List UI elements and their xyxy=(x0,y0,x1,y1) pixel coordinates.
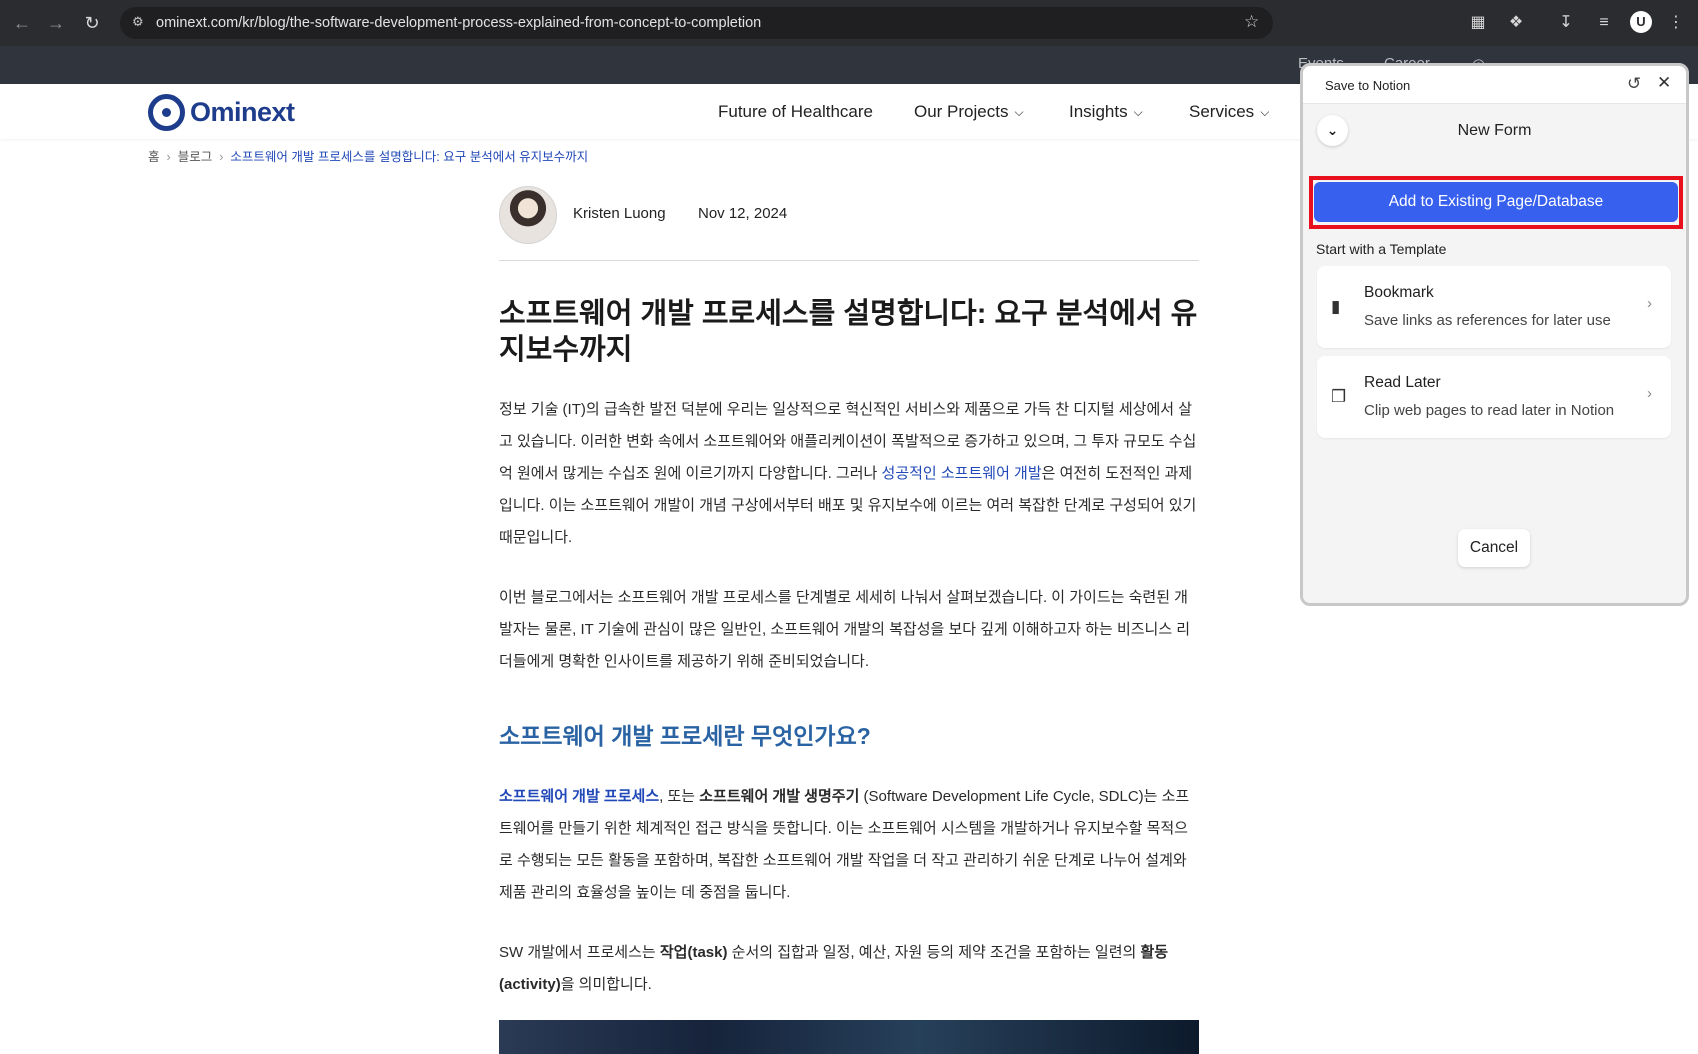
history-icon[interactable]: ↺ xyxy=(1627,74,1641,94)
paragraph-text: 순서의 집합과 일정, 예산, 자원 등의 제약 조건을 포함하는 일련의 xyxy=(727,944,1141,961)
paragraph-text: 을 의미합니다. xyxy=(560,976,652,993)
nav-label: Our Projects xyxy=(914,102,1009,121)
bookmark-star-icon[interactable]: ☆ xyxy=(1244,12,1259,32)
notion-clipper-panel: Save to Notion ↺ ✕ ⌄ New Form Add to Exi… xyxy=(1300,63,1689,606)
address-bar[interactable]: ⚙ ominext.com/kr/blog/the-software-devel… xyxy=(120,7,1273,39)
add-to-existing-button[interactable]: Add to Existing Page/Database xyxy=(1314,182,1678,222)
breadcrumb-home[interactable]: 홈 xyxy=(148,150,160,164)
paragraph: SW 개발에서 프로세스는 작업(task) 순서의 집합과 일정, 예산, 자… xyxy=(499,937,1199,1001)
paragraph: 이번 블로그에서는 소프트웨어 개발 프로세스를 단계별로 세세히 나눠서 살펴… xyxy=(499,589,1191,670)
extension-icon[interactable]: ▦ xyxy=(1466,11,1490,35)
chevron-down-icon: ⌵ xyxy=(1014,105,1024,119)
nav-insights[interactable]: Insights ⌵ xyxy=(1069,84,1143,139)
forward-icon[interactable]: → xyxy=(44,11,68,35)
chevron-right-icon: › xyxy=(1647,385,1652,402)
chevron-right-icon: › xyxy=(166,150,171,164)
nav-services[interactable]: Services ⌵ xyxy=(1189,84,1269,139)
puzzle-icon[interactable]: ❖ xyxy=(1504,11,1528,35)
article-body: 소프트웨어 개발 프로세스를 설명합니다: 요구 분석에서 유지보수까지 정보 … xyxy=(499,296,1199,1001)
paragraph: 소프트웨어 개발 프로세스, 또는 소프트웨어 개발 생명주기 (Softwar… xyxy=(499,781,1199,909)
breadcrumb: 홈 › 블로그 › 소프트웨어 개발 프로세스를 설명합니다: 요구 분석에서 유지보수… xyxy=(148,146,588,165)
post-date: Nov 12, 2024 xyxy=(698,205,788,222)
menu-icon[interactable]: ⋮ xyxy=(1664,11,1688,35)
template-desc: Clip web pages to read later in Notion xyxy=(1364,402,1615,419)
chevron-down-icon: ⌵ xyxy=(1133,105,1143,119)
download-icon[interactable]: ↧ xyxy=(1554,11,1578,35)
breadcrumb-current[interactable]: 소프트웨어 개발 프로세스를 설명합니다: 요구 분석에서 유지보수까지 xyxy=(230,150,588,164)
nav-label: Future of Healthcare xyxy=(718,102,873,121)
nav-future-of-healthcare[interactable]: Future of Healthcare xyxy=(718,84,873,139)
bold-text: 소프트웨어 개발 생명주기 xyxy=(699,788,860,805)
chevron-down-icon: ⌵ xyxy=(1260,105,1270,119)
template-title: Bookmark xyxy=(1364,284,1434,301)
article-title: 소프트웨어 개발 프로세스를 설명합니다: 요구 분석에서 유지보수까지 xyxy=(499,298,1198,366)
template-desc: Save links as references for later use xyxy=(1364,312,1611,329)
close-icon[interactable]: ✕ xyxy=(1657,73,1671,93)
chevron-right-icon: › xyxy=(1647,295,1652,312)
nav-label: Insights xyxy=(1069,102,1128,121)
article-image xyxy=(499,1020,1199,1054)
author-name: Kristen Luong xyxy=(573,205,666,222)
divider xyxy=(499,260,1199,261)
section-heading: 소프트웨어 개발 프로세란 무엇인가요? xyxy=(499,723,871,749)
open-book-icon: ❒ xyxy=(1331,387,1347,406)
nav-our-projects[interactable]: Our Projects ⌵ xyxy=(914,84,1024,139)
breadcrumb-blog[interactable]: 블로그 xyxy=(178,150,213,164)
dev-process-link[interactable]: 소프트웨어 개발 프로세스 xyxy=(499,788,659,805)
reload-icon[interactable]: ↻ xyxy=(80,11,104,35)
site-settings-icon[interactable]: ⚙ xyxy=(132,14,144,30)
bookmark-icon: ▮ xyxy=(1331,297,1341,316)
form-name: New Form xyxy=(1457,122,1532,139)
logo-mark-icon xyxy=(148,93,185,131)
media-icon[interactable]: ≡ xyxy=(1592,11,1616,35)
successful-dev-link[interactable]: 성공적인 소프트웨어 개발 xyxy=(882,465,1042,482)
bold-text: 작업(task) xyxy=(659,944,728,961)
template-read-later[interactable]: ❒ Read Later Clip web pages to read late… xyxy=(1317,356,1671,438)
cancel-button[interactable]: Cancel xyxy=(1458,529,1530,567)
paragraph: 정보 기술 (IT)의 급속한 발전 덕분에 우리는 일상적으로 혁신적인 서비… xyxy=(499,394,1199,554)
ominext-logo[interactable]: Ominext xyxy=(148,93,295,131)
template-bookmark[interactable]: ▮ Bookmark Save links as references for … xyxy=(1317,266,1671,348)
back-icon[interactable]: ← xyxy=(10,11,34,35)
template-heading: Start with a Template xyxy=(1316,241,1447,257)
paragraph-text: SW 개발에서 프로세스는 xyxy=(499,944,660,961)
url-text: ominext.com/kr/blog/the-software-develop… xyxy=(156,15,762,31)
logo-text: Ominext xyxy=(190,96,295,127)
profile-avatar[interactable]: U xyxy=(1630,11,1652,33)
panel-title: Save to Notion xyxy=(1325,78,1411,93)
template-title: Read Later xyxy=(1364,374,1441,391)
chevron-right-icon: › xyxy=(219,150,224,164)
browser-toolbar: ← → ↻ ⚙ ominext.com/kr/blog/the-software… xyxy=(0,0,1698,46)
author-avatar xyxy=(499,186,557,244)
panel-header: Save to Notion ↺ ✕ xyxy=(1303,66,1686,104)
paragraph-text: , 또는 xyxy=(659,788,700,805)
nav-label: Services xyxy=(1189,102,1255,121)
